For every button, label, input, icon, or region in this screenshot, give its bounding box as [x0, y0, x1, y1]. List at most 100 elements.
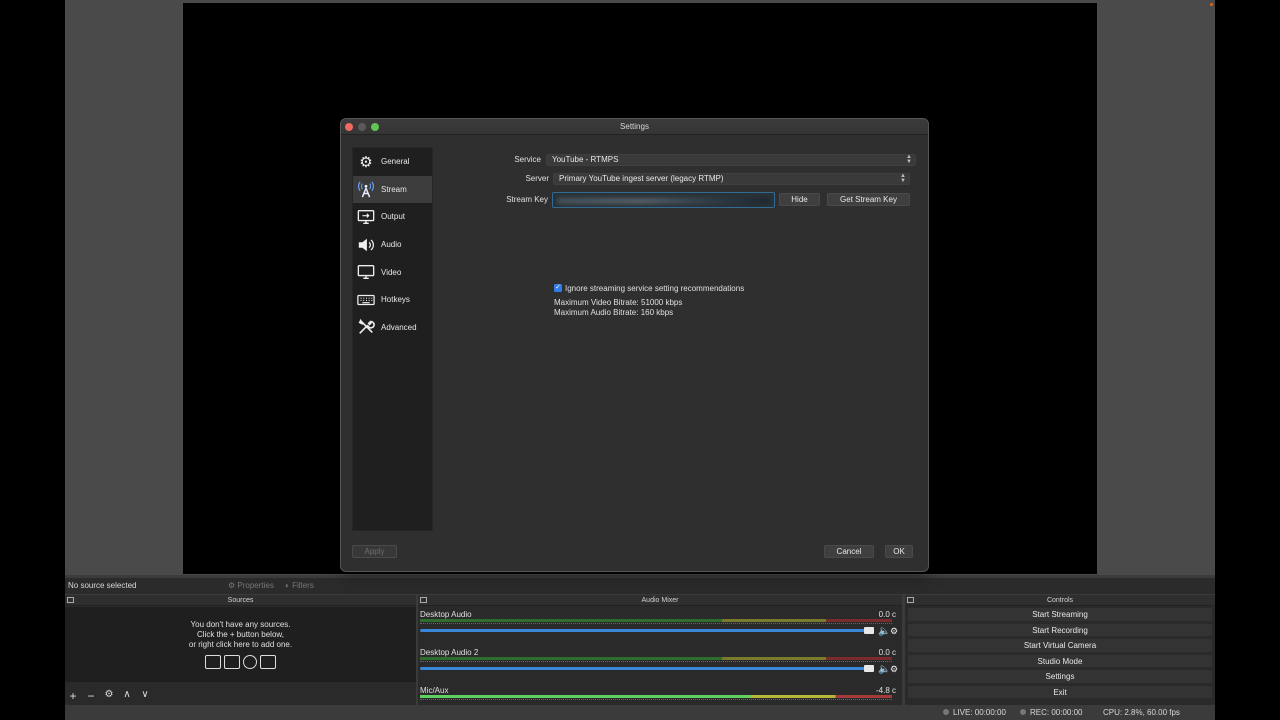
slider-handle[interactable] — [864, 627, 874, 634]
undock-icon[interactable] — [907, 597, 914, 603]
apply-button[interactable]: Apply — [352, 545, 397, 558]
live-time: LIVE: 00:00:00 — [953, 708, 1006, 717]
display-icon — [356, 262, 376, 282]
service-value: YouTube - RTMPS — [552, 155, 619, 164]
hide-button[interactable]: Hide — [779, 193, 820, 206]
sidebar-item-label: Audio — [381, 240, 402, 250]
channel-db: 0.0 c — [878, 610, 896, 619]
sidebar-item-output[interactable]: Output — [353, 203, 432, 231]
stream-key-input[interactable] — [552, 192, 775, 208]
speaker-icon[interactable]: 🔈 — [878, 626, 890, 637]
max-audio-bitrate: Maximum Audio Bitrate: 160 kbps — [554, 308, 674, 317]
sidebar-item-general[interactable]: ⚙ General — [353, 148, 432, 176]
redacted-key — [557, 198, 770, 204]
minimize-icon[interactable] — [358, 123, 366, 131]
empty-line-2: Click the + button below, — [197, 630, 284, 639]
move-down-icon[interactable]: ∨ — [139, 689, 151, 703]
browser-icon — [243, 655, 257, 669]
controls-dock: Controls Start Streaming Start Recording… — [905, 595, 1215, 705]
output-monitor-icon — [356, 207, 376, 227]
start-virtual-camera-button[interactable]: Start Virtual Camera — [907, 638, 1213, 653]
gear-icon: ⚙ — [359, 153, 373, 171]
add-icon[interactable]: + — [67, 689, 79, 703]
volume-meter — [420, 657, 892, 660]
settings-dialog: Settings ⚙ General Stream Output Audio V… — [340, 118, 929, 572]
sidebar-item-advanced[interactable]: Advanced — [353, 314, 432, 342]
sidebar-item-stream[interactable]: Stream — [353, 175, 432, 204]
server-label: Server — [525, 174, 549, 183]
ignore-recommendations-label: Ignore streaming service setting recomme… — [565, 284, 745, 293]
service-label: Service — [514, 155, 541, 164]
move-up-icon[interactable]: ∧ — [121, 689, 133, 703]
mixer-title-label: Audio Mixer — [641, 597, 679, 604]
undock-icon[interactable] — [67, 597, 74, 603]
source-type-icons — [65, 655, 416, 669]
volume-slider[interactable] — [420, 667, 868, 670]
remove-icon[interactable]: − — [85, 689, 97, 703]
sources-list[interactable]: You don't have any sources. Click the + … — [65, 607, 416, 682]
sidebar-item-label: Output — [381, 212, 406, 222]
studio-mode-button[interactable]: Studio Mode — [907, 653, 1213, 668]
sources-title: Sources — [65, 595, 416, 606]
stream-key-label: Stream Key — [506, 195, 548, 204]
live-icon — [943, 709, 949, 715]
gear-icon[interactable]: ⚙ — [103, 689, 115, 703]
filters-button[interactable]: ◐ Filters — [285, 581, 314, 590]
mixer-channel: Desktop Audio 2 0.0 c 🔈 ⚙ — [420, 646, 900, 682]
dialog-titlebar: Settings — [341, 119, 928, 135]
camera-icon — [260, 655, 276, 669]
undock-icon[interactable] — [420, 597, 427, 603]
channel-db: 0.0 c — [878, 648, 896, 657]
audio-mixer-dock: Audio Mixer Desktop Audio 0.0 c 🔈 ⚙ Desk… — [418, 595, 902, 705]
volume-slider[interactable] — [420, 629, 868, 632]
ignore-recommendations-checkbox[interactable]: ✓ — [554, 284, 562, 292]
speaker-icon[interactable]: 🔈 — [878, 664, 890, 675]
filters-label: Filters — [292, 581, 314, 590]
antenna-icon — [356, 179, 376, 199]
meter-ticks — [420, 699, 892, 704]
close-icon[interactable] — [345, 123, 353, 131]
sidebar-item-hotkeys[interactable]: Hotkeys — [353, 286, 432, 314]
display-capture-icon — [224, 655, 240, 669]
rec-status: REC: 00:00:00 — [1020, 708, 1082, 717]
sources-title-label: Sources — [227, 597, 254, 604]
cancel-button[interactable]: Cancel — [824, 545, 874, 558]
start-streaming-button[interactable]: Start Streaming — [907, 607, 1213, 622]
slider-handle[interactable] — [864, 665, 874, 672]
sidebar-item-audio[interactable]: Audio — [353, 231, 432, 259]
gear-icon[interactable]: ⚙ — [890, 626, 900, 636]
live-status: LIVE: 00:00:00 — [943, 708, 1006, 717]
sidebar-item-label: Hotkeys — [381, 295, 410, 305]
updown-arrows-icon: ▲ ▼ — [906, 154, 912, 165]
keyboard-icon — [356, 290, 376, 310]
updown-arrows-icon: ▲ ▼ — [900, 173, 906, 184]
start-recording-button[interactable]: Start Recording — [907, 622, 1213, 637]
sidebar-item-video[interactable]: Video — [353, 258, 432, 286]
properties-button[interactable]: ⚙ Properties — [228, 581, 274, 590]
service-select[interactable]: YouTube - RTMPS ▲ ▼ — [546, 154, 916, 166]
sidebar-item-label: Advanced — [381, 322, 417, 332]
volume-meter — [420, 619, 892, 622]
sidebar-item-label: General — [381, 157, 410, 167]
meter-ticks — [420, 623, 892, 628]
left-letterbox — [0, 0, 65, 720]
source-toolbar: No source selected ⚙ Properties ◐ Filter… — [65, 578, 1215, 594]
sidebar-item-label: Stream — [381, 184, 407, 194]
channel-name: Desktop Audio — [420, 610, 472, 619]
get-stream-key-button[interactable]: Get Stream Key — [827, 193, 910, 206]
channel-name: Desktop Audio 2 — [420, 648, 479, 657]
rec-time: REC: 00:00:00 — [1030, 708, 1083, 717]
right-letterbox — [1215, 0, 1280, 720]
dialog-title: Settings — [620, 122, 649, 131]
empty-line-3: or right click here to add one. — [188, 640, 293, 649]
settings-button[interactable]: Settings — [907, 669, 1213, 684]
maximize-icon[interactable] — [371, 123, 379, 131]
gear-icon[interactable]: ⚙ — [890, 664, 900, 674]
server-select[interactable]: Primary YouTube ingest server (legacy RT… — [553, 173, 910, 185]
channel-db: -4.8 c — [875, 686, 896, 695]
tools-icon — [356, 317, 376, 337]
exit-button[interactable]: Exit — [907, 684, 1213, 699]
sources-toolbar: + − ⚙ ∧ ∨ — [67, 689, 151, 703]
indicator-dot — [1210, 3, 1213, 6]
ok-button[interactable]: OK — [885, 545, 913, 558]
